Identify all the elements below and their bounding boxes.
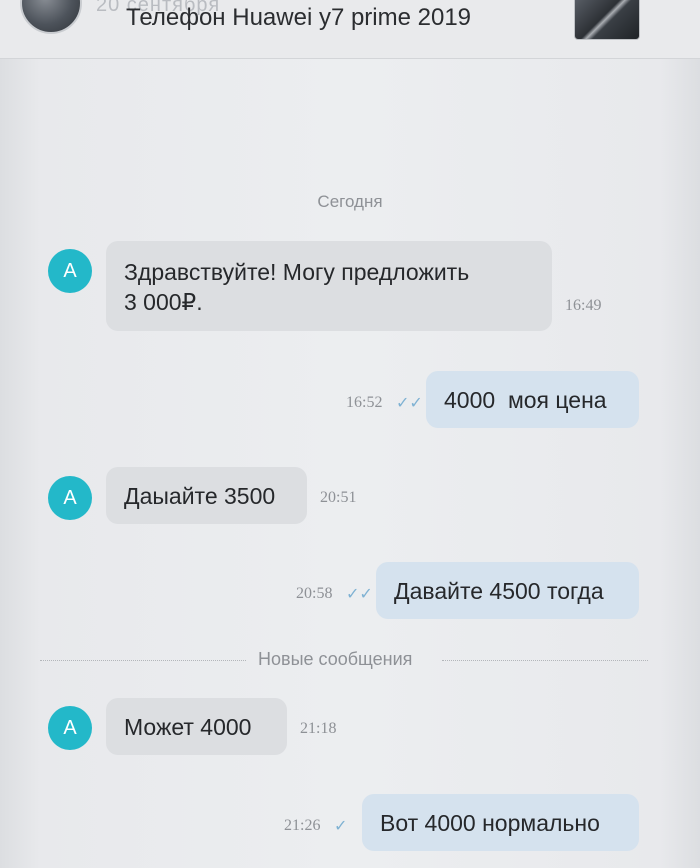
single-check-icon: ✓: [334, 818, 348, 835]
message-time: 21:18: [300, 720, 337, 737]
message-time: 16:49: [565, 297, 602, 314]
message-time: 16:52: [346, 394, 383, 411]
message-bubble-incoming: Даыайте 3500: [106, 467, 307, 524]
message-text-line: Здравствуйте! Могу предложить: [124, 259, 470, 285]
message-text: Давайте 4500 тогда: [394, 578, 604, 604]
message-text: Даыайте 3500: [124, 483, 276, 509]
sender-avatar[interactable]: А: [48, 706, 92, 750]
listing-title[interactable]: Телефон Huawei y7 prime 2019: [126, 4, 471, 32]
divider-line: [442, 660, 648, 661]
chat-header: 20 сентября Телефон Huawei y7 prime 2019: [0, 0, 700, 59]
message-time: 20:51: [320, 489, 357, 506]
message-time: 21:26: [284, 817, 321, 834]
date-separator: Сегодня: [317, 192, 383, 211]
new-messages-divider: Новые сообщения: [40, 649, 648, 673]
listing-thumbnail[interactable]: [574, 0, 640, 40]
message-bubble-outgoing: 4000 моя цена: [426, 371, 639, 428]
double-check-icon: ✓✓: [396, 395, 423, 412]
message-text-line: 3 000₽.: [124, 289, 203, 315]
message-bubble-outgoing: Давайте 4500 тогда: [376, 562, 639, 619]
chat-screen: 20 сентября Телефон Huawei y7 prime 2019…: [0, 0, 700, 868]
sender-avatar[interactable]: А: [48, 476, 92, 520]
message-bubble-outgoing: Вот 4000 нормально: [362, 794, 639, 851]
message-text: Может 4000: [124, 714, 252, 740]
message-time: 20:58: [296, 585, 333, 602]
message-text: 4000 моя цена: [444, 387, 607, 413]
new-messages-label: Новые сообщения: [258, 649, 413, 669]
divider-line: [40, 660, 246, 661]
message-bubble-incoming: Здравствуйте! Могу предложить 3 000₽.: [106, 241, 552, 331]
sender-avatar[interactable]: А: [48, 249, 92, 293]
seller-avatar[interactable]: [20, 0, 82, 34]
double-check-icon: ✓✓: [346, 586, 373, 603]
message-text: Вот 4000 нормально: [380, 810, 600, 836]
message-bubble-incoming: Может 4000: [106, 698, 287, 755]
